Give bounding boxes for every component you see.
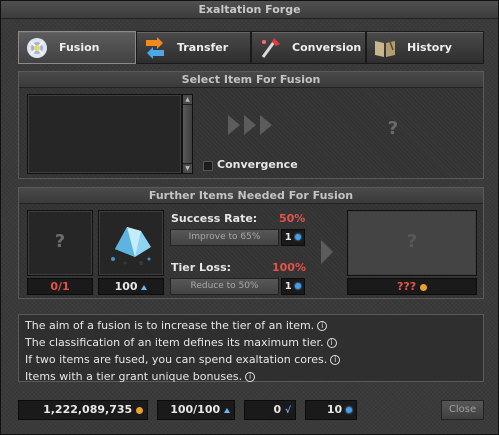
select-item-heading: Select Item For Fusion [19,72,483,88]
second-item-slot[interactable]: ? [27,210,93,276]
tab-conversion-label: Conversion [292,41,362,54]
exaltation-core-crystal-icon [111,227,151,265]
tab-bar: Fusion Transfer Conversion History [18,31,484,64]
reduce-cost-value: 1 [284,281,292,292]
fusion-result-placeholder: ? [406,231,418,252]
info-icon[interactable]: i [326,338,337,348]
gem-balance-value: 10 [326,403,343,416]
gold-balance-value: 1,222,089,735 [43,403,133,416]
success-rate-value: 50% [279,212,306,225]
info-icon[interactable]: i [245,372,256,382]
convergence-label: Convergence [217,158,298,171]
item-list-scrollbar[interactable]: ▲ ▼ [182,94,193,174]
fusion-result-slot: ? [347,210,477,276]
fusion-direction-icon [228,115,272,135]
gem-icon [346,407,352,413]
core-balance: 100/100 [157,400,235,420]
result-placeholder: ? [387,118,399,139]
tier-loss-value: 100% [272,261,306,274]
gem-balance: 10 [305,400,357,420]
tab-history-label: History [407,41,452,54]
reduce-tier-loss-button[interactable]: Reduce to 50% [170,278,279,295]
tab-history[interactable]: History [366,31,484,64]
core-triangle-icon [224,407,230,413]
exaltation-forge-window: Exaltation Forge Fusion Transfer Convers… [0,0,499,435]
fusion-orb-icon [27,38,47,58]
info-line: The classification of an item defines it… [25,334,477,351]
conversion-wand-icon [261,38,280,58]
second-item-count: 0/1 [27,278,93,295]
tab-fusion-label: Fusion [59,41,100,54]
close-button[interactable]: Close [441,400,484,420]
improve-cost-value: 1 [284,232,292,243]
improve-success-button[interactable]: Improve to 65% [170,229,279,246]
info-box: The aim of a fusion is to increase the t… [18,314,484,385]
gold-coin-icon [420,283,427,291]
dust-balance-value: 0 [273,403,282,416]
item-list[interactable] [27,94,182,174]
scroll-down-icon[interactable]: ▼ [183,164,192,173]
core-triangle-icon [141,284,148,290]
tab-fusion[interactable]: Fusion [18,31,136,64]
exaltation-core-count: 100 [98,278,164,295]
tab-conversion[interactable]: Conversion [251,31,366,64]
scroll-thumb[interactable] [183,105,192,163]
gem-icon [295,234,302,240]
info-text: The aim of a fusion is to increase the t… [25,319,315,332]
info-text: The classification of an item defines it… [25,336,324,349]
tier-loss-label: Tier Loss: [171,261,232,274]
select-item-panel: Select Item For Fusion ▲ ▼ ? Convergence [18,71,484,179]
dust-icon: √ [284,406,291,416]
convergence-checkbox[interactable] [203,161,213,171]
gold-coin-icon [136,406,143,414]
result-preview: ? [305,94,481,174]
success-rate-label: Success Rate: [171,212,258,225]
improve-cost: 1 [281,229,305,246]
info-line: The aim of a fusion is to increase the t… [25,317,477,334]
gold-balance: 1,222,089,735 [18,400,148,420]
exaltation-core-count-value: 100 [114,280,138,293]
info-text: Items with a tier grant unique bonuses. [25,370,243,383]
second-item-placeholder: ? [54,231,66,252]
info-text: If two items are fused, you can spend ex… [25,353,328,366]
info-icon[interactable]: i [330,355,341,365]
further-items-panel: Further Items Needed For Fusion ? 0/1 10… [18,187,484,299]
transfer-arrows-icon [146,37,164,59]
reduce-cost: 1 [281,278,305,295]
exaltation-core-slot [98,210,164,276]
tab-transfer[interactable]: Transfer [136,31,251,64]
result-arrow-icon [321,240,333,264]
dust-balance: 0 √ [244,400,296,420]
info-icon[interactable]: i [317,321,328,331]
core-balance-value: 100/100 [170,403,221,416]
fusion-price-value: ??? [397,280,417,293]
info-line: If two items are fused, you can spend ex… [25,351,477,368]
further-items-heading: Further Items Needed For Fusion [19,188,483,204]
gem-icon [295,283,302,289]
info-line: Items with a tier grant unique bonuses. i [25,368,477,385]
scroll-up-icon[interactable]: ▲ [183,95,192,104]
window-title: Exaltation Forge [1,1,498,19]
fusion-price: ??? [347,278,477,295]
history-book-icon [375,38,395,57]
tab-transfer-label: Transfer [177,41,229,54]
